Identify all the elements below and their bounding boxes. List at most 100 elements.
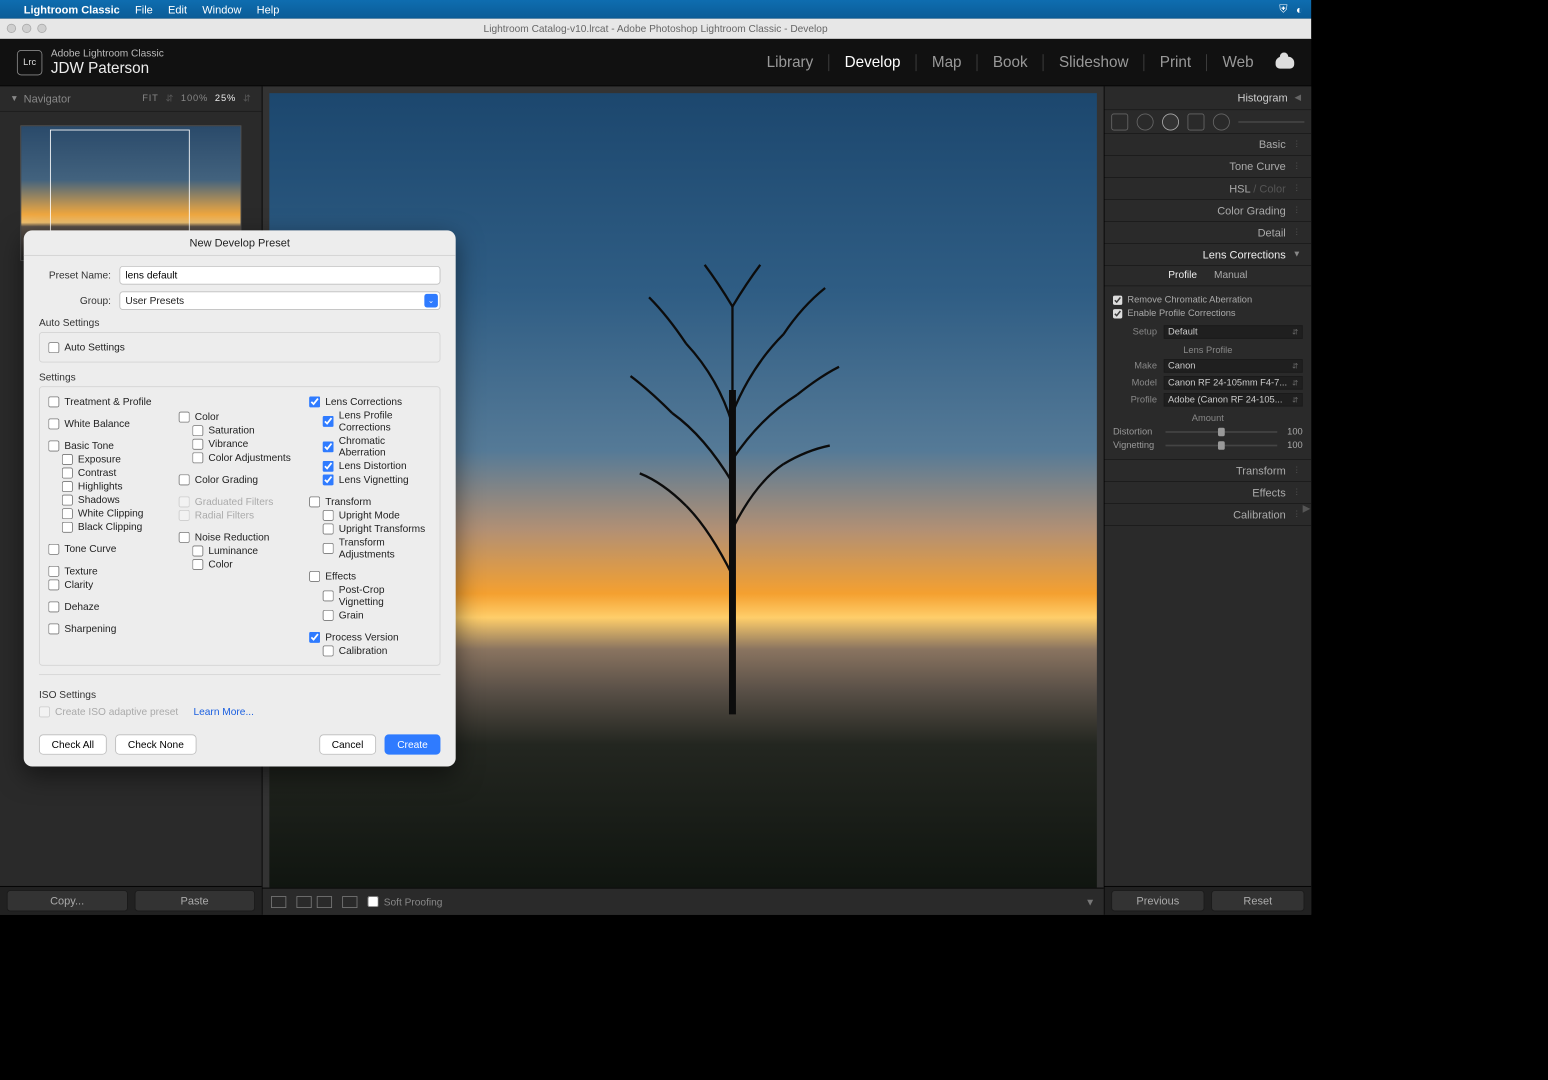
chk-saturation[interactable] [192, 425, 203, 436]
section-detail[interactable]: Detail [1258, 226, 1286, 239]
preset-name-input[interactable] [119, 266, 440, 285]
chk-chromab[interactable] [323, 441, 334, 452]
remove-ca-checkbox[interactable] [1113, 295, 1122, 304]
learn-more-link[interactable]: Learn More... [193, 706, 253, 718]
chk-process[interactable] [309, 631, 320, 642]
section-hsl[interactable]: HSL / Color [1229, 182, 1286, 195]
previous-button[interactable]: Previous [1111, 890, 1204, 911]
module-web[interactable]: Web [1222, 53, 1253, 71]
chk-blackclip[interactable] [62, 521, 73, 532]
chk-texture[interactable] [48, 565, 59, 576]
chk-nr-lum[interactable] [192, 545, 203, 556]
make-dropdown[interactable]: Canon⇵ [1164, 359, 1303, 373]
menubar-app[interactable]: Lightroom Classic [24, 3, 120, 16]
status-dot-icon[interactable]: ◐ [1296, 3, 1303, 16]
reset-button[interactable]: Reset [1211, 890, 1304, 911]
auto-settings-checkbox[interactable] [48, 342, 59, 353]
section-lens[interactable]: Lens Corrections [1203, 248, 1286, 261]
model-dropdown[interactable]: Canon RF 24-105mm F4-7...⇵ [1164, 376, 1303, 390]
profile-dropdown[interactable]: Adobe (Canon RF 24-105...⇵ [1164, 393, 1303, 407]
section-colorgrading[interactable]: Color Grading [1217, 204, 1286, 217]
check-none-button[interactable]: Check None [115, 734, 196, 754]
before-after-icon-1[interactable] [296, 896, 311, 908]
chk-uptrans[interactable] [323, 523, 334, 534]
module-book[interactable]: Book [993, 53, 1028, 71]
navigator-header[interactable]: ▼ Navigator FIT⇵ 100% 25%⇵ [0, 86, 262, 111]
chk-shadows[interactable] [62, 494, 73, 505]
enable-profile-checkbox[interactable] [1113, 309, 1122, 318]
redeye-tool-icon[interactable] [1162, 113, 1179, 130]
check-all-button[interactable]: Check All [39, 734, 107, 754]
histogram-title[interactable]: Histogram [1238, 91, 1288, 104]
chk-lensvig[interactable] [323, 474, 334, 485]
chk-tonecurve[interactable] [48, 543, 59, 554]
menubar-edit[interactable]: Edit [168, 3, 187, 16]
chk-transform[interactable] [309, 496, 320, 507]
radial-tool-icon[interactable] [1213, 113, 1230, 130]
chk-lensprofile[interactable] [323, 415, 334, 426]
module-print[interactable]: Print [1160, 53, 1191, 71]
paste-button[interactable]: Paste [134, 890, 255, 911]
shield-icon[interactable]: ⛨ [1279, 3, 1287, 17]
chk-vibrance[interactable] [192, 438, 203, 449]
chk-wb[interactable] [48, 418, 59, 429]
chk-basictone[interactable] [48, 440, 59, 451]
chk-pcvig[interactable] [323, 590, 334, 601]
menubar-file[interactable]: File [135, 3, 153, 16]
lens-tab-profile[interactable]: Profile [1168, 268, 1197, 280]
spot-tool-icon[interactable] [1137, 113, 1154, 130]
view-icon[interactable] [342, 896, 357, 908]
section-tonecurve[interactable]: Tone Curve [1229, 160, 1285, 173]
chk-transadj[interactable] [323, 543, 334, 554]
chk-upmode[interactable] [323, 509, 334, 520]
zoom-fit[interactable]: FIT [142, 93, 159, 104]
histogram-caret-icon[interactable]: ◀ [1294, 93, 1301, 102]
zoom-25[interactable]: 25% [215, 93, 236, 104]
section-effects[interactable]: Effects [1252, 486, 1285, 499]
chk-colorgrading[interactable] [179, 474, 190, 485]
setup-dropdown[interactable]: Default⇵ [1164, 325, 1303, 339]
crop-tool-icon[interactable] [1111, 113, 1128, 130]
create-button[interactable]: Create [385, 734, 441, 754]
vignetting-slider[interactable] [1165, 445, 1277, 447]
lens-tab-manual[interactable]: Manual [1214, 268, 1247, 280]
chk-effects[interactable] [309, 570, 320, 581]
chk-exposure[interactable] [62, 454, 73, 465]
chk-highlights[interactable] [62, 481, 73, 492]
chk-nr-color[interactable] [192, 559, 203, 570]
loupe-view-icon[interactable] [271, 896, 286, 908]
cancel-button[interactable]: Cancel [319, 734, 376, 754]
soft-proof-checkbox[interactable] [368, 896, 379, 907]
identity-plate[interactable]: JDW Paterson [51, 59, 164, 77]
chk-lenscorr[interactable] [309, 396, 320, 407]
macos-menubar[interactable]: Lightroom Classic File Edit Window Help … [0, 0, 1311, 19]
chk-lensdist[interactable] [323, 460, 334, 471]
chk-grain[interactable] [323, 609, 334, 620]
menubar-help[interactable]: Help [257, 3, 280, 16]
distortion-slider[interactable] [1165, 431, 1277, 433]
collapse-right-icon[interactable]: ▶ [1303, 501, 1311, 516]
disclosure-triangle-icon[interactable]: ▼ [10, 94, 18, 103]
before-after-icon-2[interactable] [317, 896, 332, 908]
chk-coloradj[interactable] [192, 452, 203, 463]
module-library[interactable]: Library [767, 53, 814, 71]
module-develop[interactable]: Develop [845, 53, 901, 71]
chk-color[interactable] [179, 411, 190, 422]
group-select[interactable]: User Presets ⌄ [119, 291, 440, 310]
zoom-100[interactable]: 100% [181, 93, 208, 104]
copy-button[interactable]: Copy... [7, 890, 128, 911]
chk-contrast[interactable] [62, 467, 73, 478]
chk-whiteclip[interactable] [62, 508, 73, 519]
section-basic[interactable]: Basic [1259, 138, 1286, 151]
dropdown-caret-icon[interactable]: ⌄ [424, 294, 438, 308]
chk-noise[interactable] [179, 531, 190, 542]
brush-slider[interactable] [1238, 121, 1304, 123]
module-map[interactable]: Map [932, 53, 962, 71]
section-calibration[interactable]: Calibration [1233, 508, 1286, 521]
grad-tool-icon[interactable] [1187, 113, 1204, 130]
chk-sharpening[interactable] [48, 623, 59, 634]
chk-dehaze[interactable] [48, 601, 59, 612]
module-slideshow[interactable]: Slideshow [1059, 53, 1128, 71]
cloud-sync-icon[interactable] [1276, 56, 1295, 68]
chk-treatment[interactable] [48, 396, 59, 407]
